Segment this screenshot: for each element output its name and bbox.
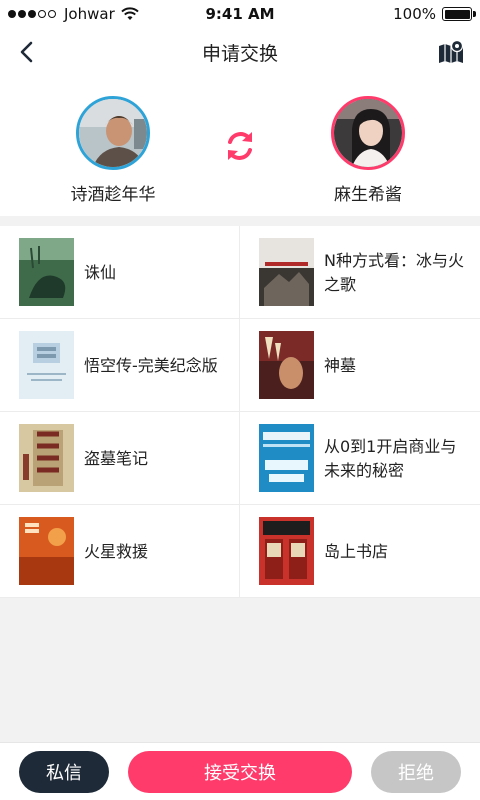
status-bar: Johwar 9:41 AM 100% (0, 0, 480, 28)
book-title: 火星救援 (84, 541, 149, 561)
book-title: 盗墓笔记 (84, 448, 149, 468)
user-photo (334, 99, 402, 167)
list-item[interactable]: 火星救援 (0, 505, 240, 598)
list-item[interactable]: 诛仙 (0, 226, 240, 319)
requester-user[interactable]: 诗酒趁年华 (33, 76, 193, 205)
book-title: 岛上书店 (324, 541, 389, 561)
accept-exchange-button[interactable]: 接受交换 (128, 751, 352, 793)
page-title: 申请交换 (201, 43, 278, 65)
avatar[interactable] (331, 96, 405, 170)
book-cover (259, 517, 314, 585)
message-button[interactable]: 私信 (19, 751, 109, 793)
book-cover (259, 424, 314, 492)
empty-area (0, 598, 480, 742)
battery-percent: 100% (393, 5, 436, 23)
book-title: 从0到1开启商业与未来的秘密 (324, 436, 457, 480)
book-title: 悟空传-完美纪念版 (84, 355, 218, 375)
section-divider (0, 216, 480, 226)
list-item[interactable]: 从0到1开启商业与未来的秘密 (240, 412, 480, 505)
list-item[interactable]: 悟空传-完美纪念版 (0, 319, 240, 412)
book-title: 诛仙 (84, 262, 117, 282)
list-item[interactable]: N种方式看：冰与火之歌 (240, 226, 480, 319)
battery-icon (442, 7, 476, 21)
book-cover (259, 238, 314, 306)
book-cover (19, 517, 74, 585)
action-bar: 私信 接受交换 拒绝 (0, 742, 480, 800)
book-cover (19, 424, 74, 492)
map-pin-icon[interactable] (438, 39, 464, 65)
book-title: N种方式看：冰与火之歌 (324, 250, 464, 294)
navigation-bar: 申请交换 (0, 28, 480, 76)
book-cover (19, 238, 74, 306)
user-photo (79, 99, 147, 167)
owner-user[interactable]: 麻生希酱 (288, 76, 448, 205)
list-item[interactable]: 岛上书店 (240, 505, 480, 598)
list-item[interactable]: 神墓 (240, 319, 480, 412)
owner-name: 麻生希酱 (334, 185, 402, 205)
battery-status: 100% (393, 5, 476, 23)
swap-arrows-icon (228, 132, 252, 160)
book-title: 神墓 (324, 355, 357, 375)
exchange-users: 诗酒趁年华 麻生希酱 (0, 76, 480, 216)
requester-name: 诗酒趁年华 (70, 185, 156, 205)
book-cover (19, 331, 74, 399)
reject-button[interactable]: 拒绝 (371, 751, 461, 793)
list-item[interactable]: 盗墓笔记 (0, 412, 240, 505)
book-cover (259, 331, 314, 399)
avatar[interactable] (76, 96, 150, 170)
book-list: 诛仙 N种方式看：冰与火之歌 悟空传-完美纪念版 神墓 盗墓笔记 从0到1开启商… (0, 226, 480, 598)
